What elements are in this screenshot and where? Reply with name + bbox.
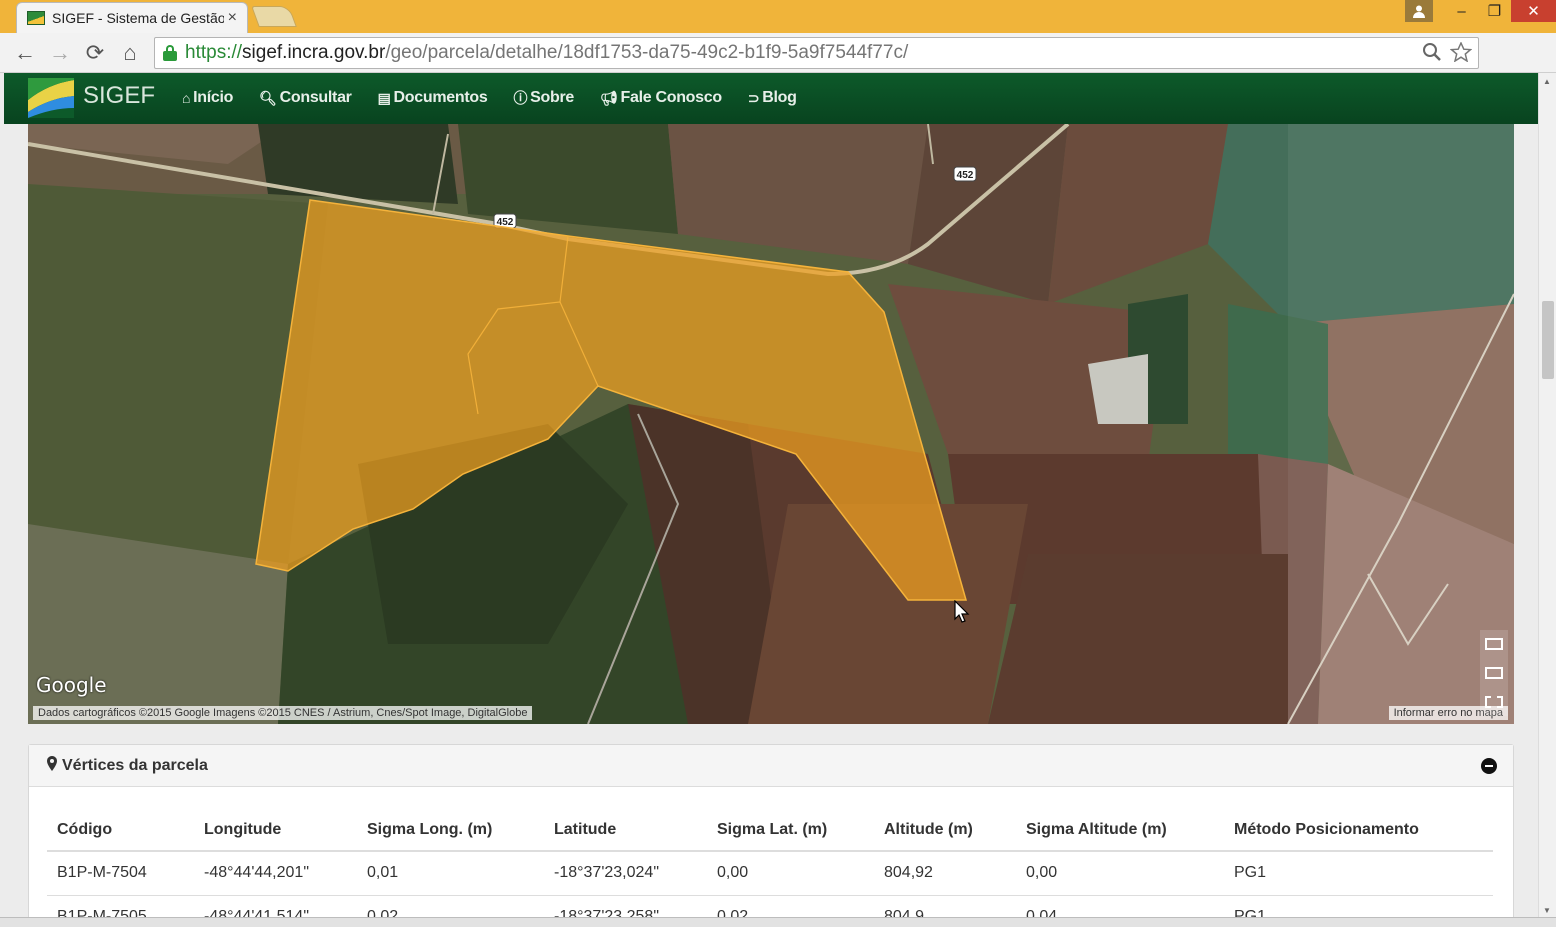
table-row: B1P-M-7504 -48°44'44,201" 0,01 -18°37'23… <box>47 851 1493 896</box>
map-attribution: Dados cartográficos ©2015 Google Imagens… <box>33 706 533 720</box>
column-header: Método Posicionamento <box>1224 809 1493 852</box>
column-header: Sigma Lat. (m) <box>707 809 874 852</box>
scroll-up-arrow-icon[interactable]: ▲ <box>1543 77 1551 86</box>
site-brand[interactable]: SIGEF <box>83 82 155 110</box>
nav-blog[interactable]: ⊃ Blog <box>748 88 797 108</box>
browser-tab[interactable]: SIGEF - Sistema de Gestão × <box>16 2 248 33</box>
table-cell: PG1 <box>1224 851 1493 896</box>
sigef-logo-icon[interactable] <box>28 78 74 118</box>
new-tab-button[interactable] <box>251 6 297 27</box>
table-cell: B1P-M-7504 <box>47 851 194 896</box>
profile-icon[interactable] <box>1405 0 1433 22</box>
nav-consultar[interactable]: 🔍︎ Consultar <box>259 88 352 108</box>
document-icon: ▤ <box>377 89 391 106</box>
search-icon: 🔍︎ <box>259 89 277 106</box>
home-button[interactable]: ⌂ <box>117 40 143 66</box>
minimize-button[interactable]: – <box>1445 0 1478 22</box>
minus-icon <box>1485 765 1493 767</box>
table-cell: PG1 <box>1224 895 1493 917</box>
scroll-down-arrow-icon[interactable]: ▼ <box>1543 906 1551 915</box>
panel-title: Vértices da parcela <box>62 756 208 774</box>
fullscreen-icon[interactable] <box>1485 695 1503 708</box>
nav-fale-conosco[interactable]: 📢︎ Fale Conosco <box>600 88 722 108</box>
table-cell: -48°44'44,201" <box>194 851 357 896</box>
parcel-map[interactable]: 452 452 Google Dados cartográficos ©2015… <box>28 124 1514 724</box>
secure-lock-icon <box>163 45 177 61</box>
table-cell: -48°44'41,514" <box>194 895 357 917</box>
table-cell: B1P-M-7505 <box>47 895 194 917</box>
column-header: Longitude <box>194 809 357 852</box>
column-header: Sigma Long. (m) <box>357 809 544 852</box>
table-cell: 0,02 <box>357 895 544 917</box>
table-cell: -18°37'23,258" <box>544 895 707 917</box>
tab-close-icon[interactable]: × <box>228 9 237 27</box>
table-cell: -18°37'23,024" <box>544 851 707 896</box>
browser-toolbar: ← → ⟳ ⌂ https://sigef.incra.gov.br/geo/p… <box>0 33 1556 99</box>
table-cell: 0,04 <box>1016 895 1224 917</box>
table-cell: 0,00 <box>1016 851 1224 896</box>
column-header: Sigma Altitude (m) <box>1016 809 1224 852</box>
tab-title: SIGEF - Sistema de Gestão <box>52 10 224 26</box>
info-icon: ⓘ <box>513 90 528 106</box>
column-header: Latitude <box>544 809 707 852</box>
bullhorn-icon: 📢︎ <box>600 89 618 106</box>
table-row: B1P-M-7505 -48°44'41,514" 0,02 -18°37'23… <box>47 895 1493 917</box>
maximize-button[interactable]: ❐ <box>1478 0 1511 22</box>
sigef-favicon-icon <box>27 11 45 25</box>
column-header: Altitude (m) <box>874 809 1016 852</box>
site-nav-links: ⌂ Início 🔍︎ Consultar ▤ Documentos ⓘ Sobre 📢… <box>182 88 797 108</box>
reload-button[interactable]: ⟳ <box>82 40 108 66</box>
close-window-button[interactable]: ✕ <box>1511 0 1556 22</box>
forward-button[interactable]: → <box>47 40 73 66</box>
nav-sobre[interactable]: ⓘ Sobre <box>513 88 574 108</box>
address-bar[interactable]: https://sigef.incra.gov.br/geo/parcela/d… <box>154 37 1479 69</box>
road-shield-label: 452 <box>957 170 974 181</box>
table-cell: 0,01 <box>357 851 544 896</box>
window-controls: – ❐ ✕ <box>1405 0 1556 27</box>
url-text[interactable]: https://sigef.incra.gov.br/geo/parcela/d… <box>185 42 908 64</box>
mouse-cursor-icon <box>954 600 970 623</box>
table-header-row: Código Longitude Sigma Long. (m) Latitud… <box>47 809 1493 852</box>
scrollbar-thumb[interactable] <box>1542 301 1554 379</box>
satellite-imagery: 452 452 <box>28 124 1514 724</box>
panel-heading: Vértices da parcela <box>29 745 1513 787</box>
home-icon: ⌂ <box>182 90 191 106</box>
map-type-controls[interactable] <box>1480 630 1508 716</box>
collapse-panel-button[interactable] <box>1481 758 1497 774</box>
table-cell: 0,02 <box>707 895 874 917</box>
column-header: Código <box>47 809 194 852</box>
vertical-scrollbar[interactable]: ▲ ▼ <box>1538 73 1556 917</box>
nav-inicio[interactable]: ⌂ Início <box>182 88 233 108</box>
vertices-table: Código Longitude Sigma Long. (m) Latitud… <box>47 809 1493 917</box>
nav-documentos[interactable]: ▤ Documentos <box>378 88 488 108</box>
rss-icon: ⊃ <box>747 89 760 106</box>
table-cell: 804,9 <box>874 895 1016 917</box>
bookmark-star-icon[interactable] <box>1450 42 1472 62</box>
zoom-icon[interactable] <box>1422 42 1442 62</box>
browser-titlebar: SIGEF - Sistema de Gestão × – ❐ ✕ <box>0 0 1556 33</box>
window-bottom-edge <box>0 917 1556 927</box>
back-button[interactable]: ← <box>12 40 38 66</box>
page-content: 452 452 Google Dados cartográficos ©2015… <box>4 124 1538 917</box>
table-cell: 0,00 <box>707 851 874 896</box>
site-navbar: SIGEF ⌂ Início 🔍︎ Consultar ▤ Documentos ⓘ S… <box>4 73 1538 124</box>
satellite-layer-icon[interactable] <box>1485 666 1503 679</box>
google-logo: Google <box>36 673 107 697</box>
map-marker-icon <box>47 756 57 775</box>
map-layer-icon[interactable] <box>1485 638 1503 651</box>
table-cell: 804,92 <box>874 851 1016 896</box>
parcel-vertices-panel: Vértices da parcela Código Longitude Sig… <box>28 744 1514 917</box>
